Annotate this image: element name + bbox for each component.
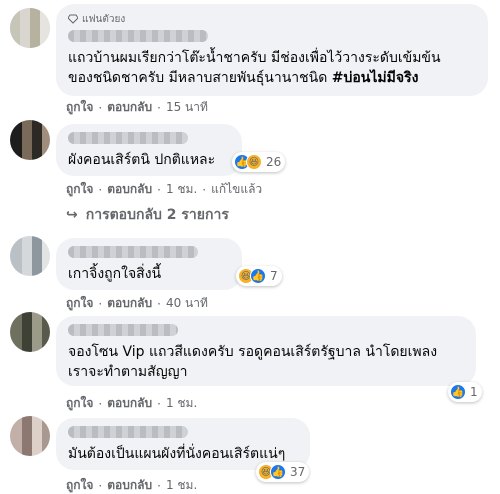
avatar[interactable] [10, 120, 50, 160]
avatar[interactable] [10, 312, 50, 352]
author-name[interactable] [68, 426, 188, 438]
timestamp[interactable]: 15 นาที [166, 98, 208, 117]
timestamp[interactable]: 1 ชม. [166, 476, 197, 494]
edited-label[interactable]: แก้ไขแล้ว [211, 180, 262, 199]
comment-text: มันต้องเป็นแผนผังที่นั่งคอนเสิร์ตแน่ๆ [68, 446, 286, 462]
comment-bubble: ผังคอนเสิร์ตนิ ปกติแหละ [56, 124, 242, 176]
comment-bubble: แฟนตัวยง แถวบ้านผมเรียกว่าโต๊ะน้ำชาครับ … [56, 4, 488, 96]
comment-text: แถวบ้านผมเรียกว่าโต๊ะน้ำชาครับ มีช่องเพื… [68, 50, 441, 86]
reaction-summary[interactable]: 😆 👍 37 [256, 462, 310, 482]
like-reaction-icon: 👍 [250, 268, 266, 284]
like-link[interactable]: ถูกใจ [66, 98, 93, 117]
comment-bubble: เกาจิ้งถูกใจสิ่งนี้ [56, 238, 242, 290]
reply-link[interactable]: ตอบกลับ [107, 394, 152, 413]
author-name[interactable] [68, 30, 208, 42]
view-replies-link[interactable]: ↪ การตอบกลับ 2 รายการ [66, 204, 229, 226]
author-name[interactable] [68, 246, 198, 258]
comment-actions: ถูกใจ · ตอบกลับ · 1 ชม. [66, 476, 197, 494]
reaction-summary[interactable]: 👍 1 [448, 382, 482, 402]
reaction-summary[interactable]: 👍 😆 26 [232, 152, 286, 172]
comment-bubble: จองโซน Vip แถวสีแดงครับ รอดูคอนเสิร์ตรัฐ… [56, 316, 476, 386]
author-name[interactable] [68, 324, 178, 336]
comment-text: จองโซน Vip แถวสีแดงครับ รอดูคอนเสิร์ตรัฐ… [68, 344, 438, 380]
comment-text: ผังคอนเสิร์ตนิ ปกติแหละ [68, 152, 216, 168]
diamond-icon [68, 14, 78, 24]
like-reaction-icon: 👍 [270, 464, 286, 480]
like-link[interactable]: ถูกใจ [66, 476, 93, 494]
comment-actions: ถูกใจ · ตอบกลับ · 1 ชม. · แก้ไขแล้ว [66, 180, 262, 199]
avatar[interactable] [10, 416, 50, 456]
comment-actions: ถูกใจ · ตอบกลับ · 1 ชม. [66, 394, 197, 413]
timestamp[interactable]: 1 ชม. [166, 394, 197, 413]
haha-reaction-icon: 😆 [246, 154, 262, 170]
like-link[interactable]: ถูกใจ [66, 394, 93, 413]
badge-label: แฟนตัวยง [82, 13, 126, 25]
reply-arrow-icon: ↪ [66, 207, 78, 223]
avatar[interactable] [10, 236, 50, 276]
like-link[interactable]: ถูกใจ [66, 294, 93, 313]
top-fan-badge: แฟนตัวยง [68, 12, 476, 26]
avatar[interactable] [10, 8, 50, 48]
reply-link[interactable]: ตอบกลับ [107, 476, 152, 494]
comment-text: เกาจิ้งถูกใจสิ่งนี้ [68, 266, 162, 282]
hashtag-link[interactable]: #บ่อนไม่มีจริง [332, 70, 419, 86]
comment-actions: ถูกใจ · ตอบกลับ · 15 นาที [66, 98, 208, 117]
reply-link[interactable]: ตอบกลับ [107, 294, 152, 313]
like-link[interactable]: ถูกใจ [66, 180, 93, 199]
author-name[interactable] [68, 132, 188, 144]
reply-link[interactable]: ตอบกลับ [107, 98, 152, 117]
reaction-summary[interactable]: 😆 👍 7 [236, 266, 282, 286]
timestamp[interactable]: 40 นาที [166, 294, 208, 313]
like-reaction-icon: 👍 [450, 384, 466, 400]
comment-actions: ถูกใจ · ตอบกลับ · 40 นาที [66, 294, 208, 313]
timestamp[interactable]: 1 ชม. [166, 180, 197, 199]
reply-link[interactable]: ตอบกลับ [107, 180, 152, 199]
